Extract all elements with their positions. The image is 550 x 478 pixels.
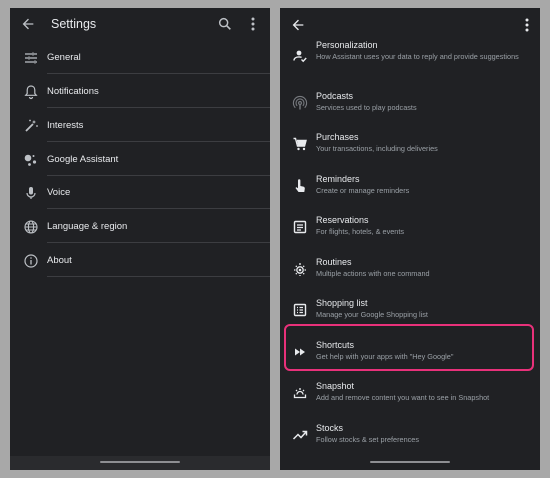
- service-subtitle: Services used to play podcasts: [316, 103, 417, 112]
- divider: [47, 208, 270, 209]
- service-subtitle: Create or manage reminders: [316, 186, 410, 195]
- bell-icon: [23, 84, 39, 100]
- snapshot-icon: [292, 385, 308, 401]
- back-arrow-icon[interactable]: [290, 17, 306, 33]
- settings-item-label: Language & region: [47, 221, 128, 232]
- services-screen: Personalization How Assistant uses your …: [280, 8, 540, 470]
- globe-icon: [23, 219, 39, 235]
- service-item-purchases[interactable]: Purchases Your transactions, including d…: [280, 131, 540, 161]
- service-title: Routines: [316, 257, 352, 267]
- service-item-routines[interactable]: Routines Multiple actions with one comma…: [280, 256, 540, 286]
- podcast-icon: [292, 95, 308, 111]
- mic-icon: [23, 185, 39, 201]
- service-subtitle: How Assistant uses your data to reply an…: [316, 52, 519, 61]
- service-title: Snapshot: [316, 381, 355, 391]
- more-vert-icon[interactable]: [521, 17, 533, 33]
- service-title: Reminders: [316, 174, 360, 184]
- settings-item-about[interactable]: About: [10, 244, 270, 277]
- reservation-icon: [292, 219, 308, 235]
- service-subtitle: Add and remove content you want to see i…: [316, 393, 490, 402]
- service-subtitle: Your transactions, including deliveries: [316, 144, 438, 153]
- cart-icon: [292, 136, 308, 152]
- back-arrow-icon[interactable]: [20, 16, 36, 32]
- service-item-snapshot[interactable]: Snapshot Add and remove content you want…: [280, 380, 540, 410]
- tune-icon: [23, 50, 39, 66]
- service-title: Shortcuts: [316, 340, 355, 350]
- settings-item-notifications[interactable]: Notifications: [10, 75, 270, 108]
- service-item-stocks[interactable]: Stocks Follow stocks & set preferences: [280, 422, 540, 452]
- settings-item-label: Interests: [47, 120, 84, 131]
- settings-item-label: General: [47, 52, 81, 63]
- person-check-icon: [292, 48, 308, 64]
- search-icon[interactable]: [217, 16, 233, 32]
- trending-up-icon: [292, 427, 308, 443]
- settings-item-general[interactable]: General: [10, 41, 270, 74]
- service-title: Reservations: [316, 215, 369, 225]
- settings-item-label: Google Assistant: [47, 154, 119, 165]
- service-item-shortcuts[interactable]: Shortcuts Get help with your apps with "…: [280, 339, 540, 369]
- magic-wand-icon: [23, 118, 39, 134]
- routines-icon: [292, 261, 308, 277]
- service-item-personalization[interactable]: Personalization How Assistant uses your …: [280, 38, 540, 78]
- service-item-reminders[interactable]: Reminders Create or manage reminders: [280, 173, 540, 203]
- divider: [47, 107, 270, 108]
- service-subtitle: Multiple actions with one command: [316, 269, 430, 278]
- divider: [47, 141, 270, 142]
- home-gesture-bar[interactable]: [100, 461, 180, 463]
- service-title: Stocks: [316, 423, 344, 433]
- service-title: Shopping list: [316, 298, 368, 308]
- divider: [47, 276, 270, 277]
- more-vert-icon[interactable]: [247, 16, 259, 32]
- service-item-reservations[interactable]: Reservations For flights, hotels, & even…: [280, 214, 540, 244]
- settings-item-google-assistant[interactable]: Google Assistant: [10, 143, 270, 176]
- service-title: Podcasts: [316, 91, 354, 101]
- fast-forward-icon: [292, 344, 308, 360]
- settings-item-label: Voice: [47, 187, 71, 198]
- settings-item-interests[interactable]: Interests: [10, 109, 270, 142]
- service-item-shopping-list[interactable]: Shopping list Manage your Google Shoppin…: [280, 297, 540, 327]
- top-app-bar: Settings: [10, 8, 270, 40]
- settings-item-language-region[interactable]: Language & region: [10, 210, 270, 243]
- page-title: Settings: [51, 17, 97, 31]
- system-nav-bar: [10, 456, 270, 470]
- reminder-hand-icon: [292, 178, 308, 194]
- list-icon: [292, 302, 308, 318]
- divider: [47, 242, 270, 243]
- home-gesture-bar[interactable]: [370, 461, 450, 463]
- info-icon: [23, 253, 39, 269]
- settings-screen: Settings General Notifications Interests…: [10, 8, 270, 470]
- settings-item-voice[interactable]: Voice: [10, 176, 270, 209]
- service-title: Purchases: [316, 132, 359, 142]
- service-subtitle: For flights, hotels, & events: [316, 227, 405, 236]
- service-title: Personalization: [316, 40, 378, 50]
- service-subtitle: Get help with your apps with "Hey Google…: [316, 352, 454, 361]
- service-item-podcasts[interactable]: Podcasts Services used to play podcasts: [280, 90, 540, 120]
- assistant-icon: [23, 152, 39, 168]
- settings-item-label: Notifications: [47, 86, 99, 97]
- service-subtitle: Follow stocks & set preferences: [316, 435, 420, 444]
- service-subtitle: Manage your Google Shopping list: [316, 310, 428, 319]
- settings-item-label: About: [47, 255, 72, 266]
- divider: [47, 73, 270, 74]
